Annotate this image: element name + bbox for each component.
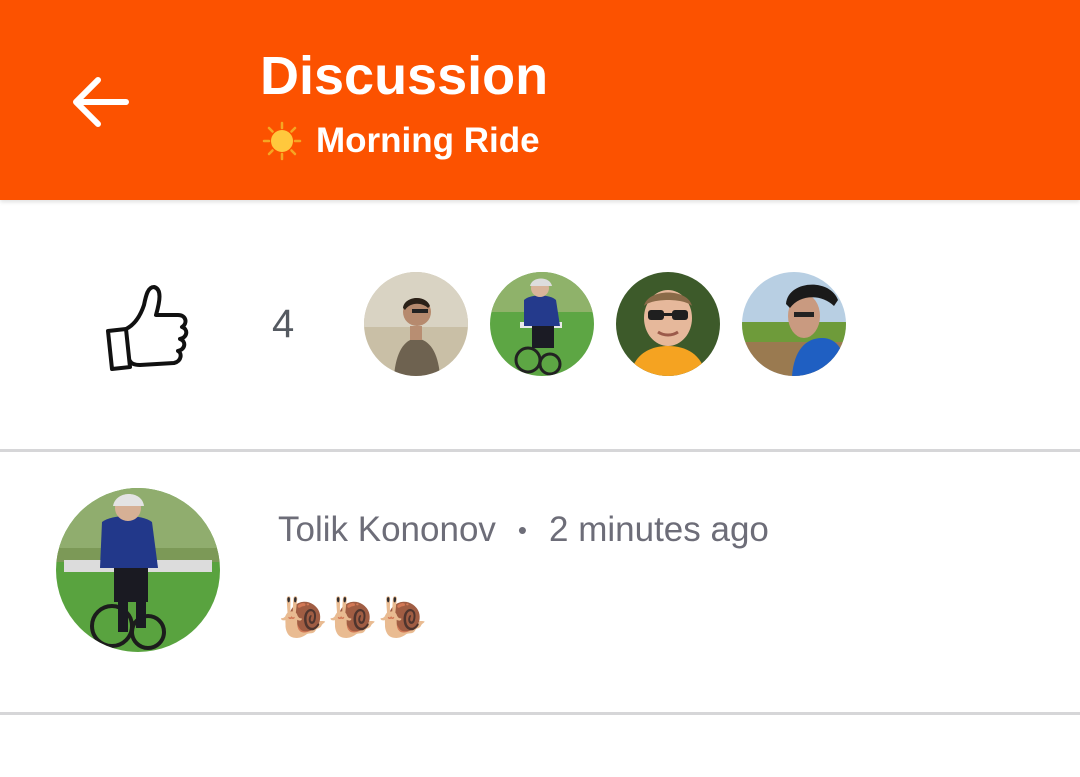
kudos-row[interactable]: 4 — [0, 201, 1080, 449]
comment-time: 2 minutes ago — [549, 510, 769, 549]
activity-name: Morning Ride — [316, 121, 540, 160]
app-header: Discussion Morning Ride — [0, 0, 1080, 200]
thumbs-up-icon[interactable] — [100, 281, 192, 373]
comment-author[interactable]: Tolik Kononov — [278, 510, 496, 550]
avatar-cyclist-blue[interactable] — [490, 272, 594, 376]
arrow-left-icon — [73, 77, 129, 127]
divider — [0, 712, 1080, 715]
avatar-man-sunglasses[interactable] — [616, 272, 720, 376]
comment-meta: Tolik Kononov • 2 minutes ago — [278, 510, 769, 550]
avatar-man-standing[interactable] — [364, 272, 468, 376]
comment-item[interactable]: Tolik Kononov • 2 minutes ago 🐌🐌🐌 — [0, 452, 1080, 712]
activity-subtitle[interactable]: Morning Ride — [262, 118, 540, 164]
kudos-count: 4 — [272, 302, 295, 346]
avatar-cyclist-helmet[interactable] — [742, 272, 846, 376]
meta-separator: • — [517, 514, 528, 545]
comment-text: 🐌🐌🐌 — [278, 596, 428, 640]
kudos-avatars[interactable] — [364, 272, 846, 376]
back-button[interactable] — [62, 68, 138, 136]
page-title: Discussion — [260, 46, 549, 106]
sun-icon — [262, 121, 302, 161]
comment-author-avatar[interactable] — [56, 488, 220, 652]
